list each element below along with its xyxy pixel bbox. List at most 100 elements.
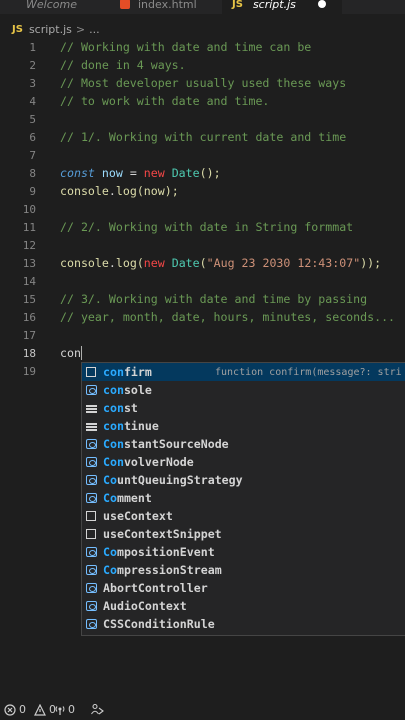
code-line[interactable]: 13 console.log(new Date("Aug 23 2030 12:4… [0,254,405,272]
breadcrumb-file[interactable]: script.js [29,23,72,36]
suggestion-item[interactable]: AbortController [82,579,405,597]
code-line[interactable]: 17 [0,326,405,344]
broadcast-icon [55,705,65,715]
suggestion-label: CompositionEvent [103,545,215,559]
code-token: . [108,256,116,270]
variable-icon [85,564,97,576]
code-token: ( [199,256,207,270]
suggestion-label: Comment [103,491,152,505]
code-token: Date [171,166,200,180]
suggestion-item[interactable]: useContextSnippet [82,525,405,543]
person-arrow-icon [91,703,104,715]
code-line[interactable]: 7 [0,146,405,164]
tab-index-html-label: index.html [138,0,197,11]
code-text: const now = new Date(); [60,166,221,180]
code-token: // to work with date and time. [60,94,270,108]
suggestion-item[interactable]: ConvolverNode [82,453,405,471]
code-line[interactable]: 3 // Most developer usually used these wa… [0,74,405,92]
code-token: "Aug 23 2030 12:43:07" [206,256,361,270]
variable-icon [85,474,97,486]
code-line[interactable]: 12 [0,236,405,254]
code-line[interactable]: 9 console.log(now); [0,182,405,200]
code-token: (); [199,166,221,180]
code-line[interactable]: 4 // to work with date and time. [0,92,405,110]
tab-bar: Welcome index.html JS script.js [0,0,405,14]
suggestion-item[interactable]: CompositionEvent [82,543,405,561]
cube-icon [85,528,97,540]
suggestion-label: useContextSnippet [103,527,222,541]
suggestion-item[interactable]: ConstantSourceNode [82,435,405,453]
unsaved-dot-icon[interactable] [318,0,326,8]
variable-icon [85,456,97,468]
suggestion-item[interactable]: AudioContext [82,597,405,615]
code-line[interactable]: 8 const now = new Date(); [0,164,405,182]
suggestion-item[interactable]: continue [82,417,405,435]
code-token: // 2/. Working with date in String formm… [60,220,354,234]
code-line[interactable]: 11 // 2/. Working with date in String for… [0,218,405,236]
tab-script-js[interactable]: JS script.js [222,0,342,14]
code-token: // 1/. Working with current date and tim… [60,130,347,144]
code-token: new [143,256,172,270]
code-token: log [115,256,137,270]
line-number: 16 [22,310,36,324]
code-text: console.log(new Date("Aug 23 2030 12:43:… [60,256,381,270]
suggestion-item[interactable]: confirm function confirm(message?: stri [82,363,405,381]
code-token: // done in 4 ways. [60,58,186,72]
code-line[interactable]: 6 // 1/. Working with current date and ti… [0,128,405,146]
suggestion-detail: function confirm(message?: stri [215,366,402,378]
code-text: console.log(now); [60,184,179,198]
code-line[interactable]: 18 con [0,344,405,362]
code-line[interactable]: 14 [0,272,405,290]
suggestion-label: CountQueuingStrategy [103,473,243,487]
line-number: 6 [29,130,36,144]
suggestion-item[interactable]: CountQueuingStrategy [82,471,405,489]
chevron-right-icon: > [75,22,86,36]
ports-status[interactable]: 0 [54,703,75,716]
code-text: // done in 4 ways. [60,58,186,72]
suggestion-item[interactable]: Comment [82,489,405,507]
cube-icon [85,510,97,522]
breadcrumb-more[interactable]: ... [89,23,100,36]
line-number: 10 [22,202,36,216]
html-file-icon [120,0,130,9]
code-line[interactable]: 16 // year, month, date, hours, minutes, … [0,308,405,326]
code-line[interactable]: 1 // Working with date and time can be [0,38,405,56]
code-line[interactable]: 5 [0,110,405,128]
keyword-icon [85,420,97,432]
error-icon [4,703,16,716]
status-bar: 0 0 0 [0,700,405,720]
line-number: 4 [29,94,36,108]
tab-script-js-label: script.js [252,0,296,11]
code-token: new [136,166,172,180]
code-text: con [60,346,82,361]
line-number: 9 [29,184,36,198]
line-number: 15 [22,292,36,306]
code-line[interactable]: 2 // done in 4 ways. [0,56,405,74]
code-token: // Working with date and time can be [60,40,312,54]
variable-icon [85,384,97,396]
line-number: 5 [29,112,36,126]
suggestion-item[interactable]: const [82,399,405,417]
suggestion-item[interactable]: useContext [82,507,405,525]
code-line[interactable]: 15 // 3/. Working with date and time by p… [0,290,405,308]
live-share-status[interactable] [90,703,104,715]
suggestion-item[interactable]: CompressionStream [82,561,405,579]
variable-icon [85,438,97,450]
code-token: )); [360,256,382,270]
problems-status[interactable]: 0 0 [4,703,56,716]
suggestion-label: const [103,401,138,415]
tab-index-html[interactable]: index.html [108,0,218,14]
suggestion-label: CSSConditionRule [103,617,215,631]
code-line[interactable]: 10 [0,200,405,218]
suggestion-item[interactable]: console [82,381,405,399]
line-number: 14 [22,274,36,288]
suggestion-item[interactable]: CSSConditionRule [82,615,405,633]
ports-count: 0 [68,703,75,716]
suggestion-label: AbortController [103,581,208,595]
code-token: // Most developer usually used these way… [60,76,347,90]
code-text: // Working with date and time can be [60,40,311,54]
line-number: 7 [29,148,36,162]
variable-icon [85,546,97,558]
warning-icon [34,703,46,716]
tab-welcome[interactable]: Welcome [0,0,100,14]
